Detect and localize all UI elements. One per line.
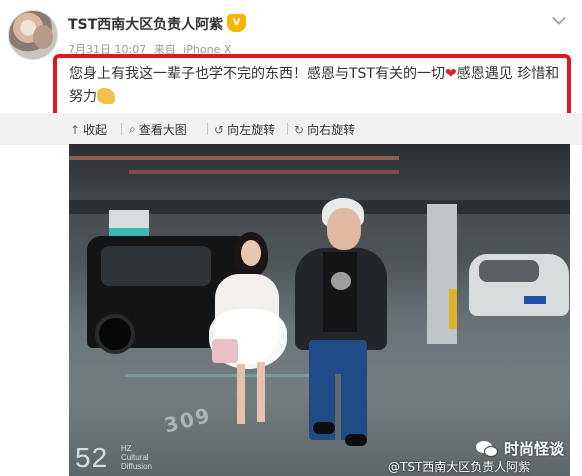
photo-logo-sub1: Cultural [121, 453, 149, 462]
woman-leg [237, 364, 245, 424]
woman-face [241, 240, 261, 266]
man-shoe [345, 434, 367, 446]
photo-logo-hz: HZ [121, 444, 132, 453]
rotate-right-label: 向右旋转 [307, 123, 356, 137]
rotate-right-icon: ↻ [294, 122, 305, 137]
woman-leg [257, 362, 265, 422]
collapse-label: 收起 [83, 123, 108, 137]
man-face [327, 208, 361, 250]
toolbar-divider [207, 123, 208, 135]
chevron-down-icon[interactable] [552, 11, 566, 25]
vip-badge-icon[interactable]: V [227, 14, 246, 32]
weibo-handle-watermark: @TST西南大区负责人阿紫 [388, 460, 531, 474]
collapse-arrow-icon: ↑ [70, 122, 81, 137]
ceiling-pipe [129, 170, 399, 174]
wechat-account-name: 时尚怪谈 [504, 440, 565, 458]
man-shirt [323, 252, 357, 332]
user-avatar[interactable] [8, 10, 58, 60]
post-header: TST西南大区负责人阿紫 V 7月31日 10:07 来自 iPhone X [0, 0, 582, 60]
wechat-icon [476, 439, 500, 459]
view-large-button[interactable]: ⌕ 查看大图 [129, 121, 187, 138]
rotate-left-button[interactable]: ↺ 向左旋转 [214, 121, 275, 138]
rotate-right-button[interactable]: ↻ 向右旋转 [294, 121, 355, 138]
collapse-button[interactable]: ↑ 收起 [70, 121, 107, 138]
man-shoe [313, 422, 335, 434]
pink-handbag [212, 339, 238, 363]
highlight-annotation-box [53, 54, 571, 119]
username-link[interactable]: TST西南大区负责人阿紫 [68, 14, 223, 34]
photo-logo-sub2: Diffusion [121, 462, 152, 471]
pillar-stripe [449, 289, 457, 329]
toolbar-divider [121, 123, 122, 135]
post-photo[interactable]: 309 52 HZ Cultural Diffusion [69, 144, 570, 476]
white-car [469, 254, 569, 316]
ceiling-pipe [69, 156, 399, 160]
magnify-icon: ⌕ [129, 122, 136, 136]
view-large-label: 查看大图 [138, 123, 187, 137]
man-jeans-gap [335, 374, 341, 440]
toolbar-divider [287, 123, 288, 135]
man-shirt-print [331, 272, 351, 290]
image-toolbar: ↑ 收起 ⌕ 查看大图 ↺ 向左旋转 ↻ 向右旋转 [0, 113, 582, 145]
rotate-left-label: 向左旋转 [227, 123, 276, 137]
photo-logo-text: HZ Cultural Diffusion [121, 444, 152, 471]
photo-logo-number: 52 [75, 442, 109, 473]
wechat-watermark: 时尚怪谈 [476, 438, 564, 459]
rotate-left-icon: ↺ [214, 122, 225, 137]
